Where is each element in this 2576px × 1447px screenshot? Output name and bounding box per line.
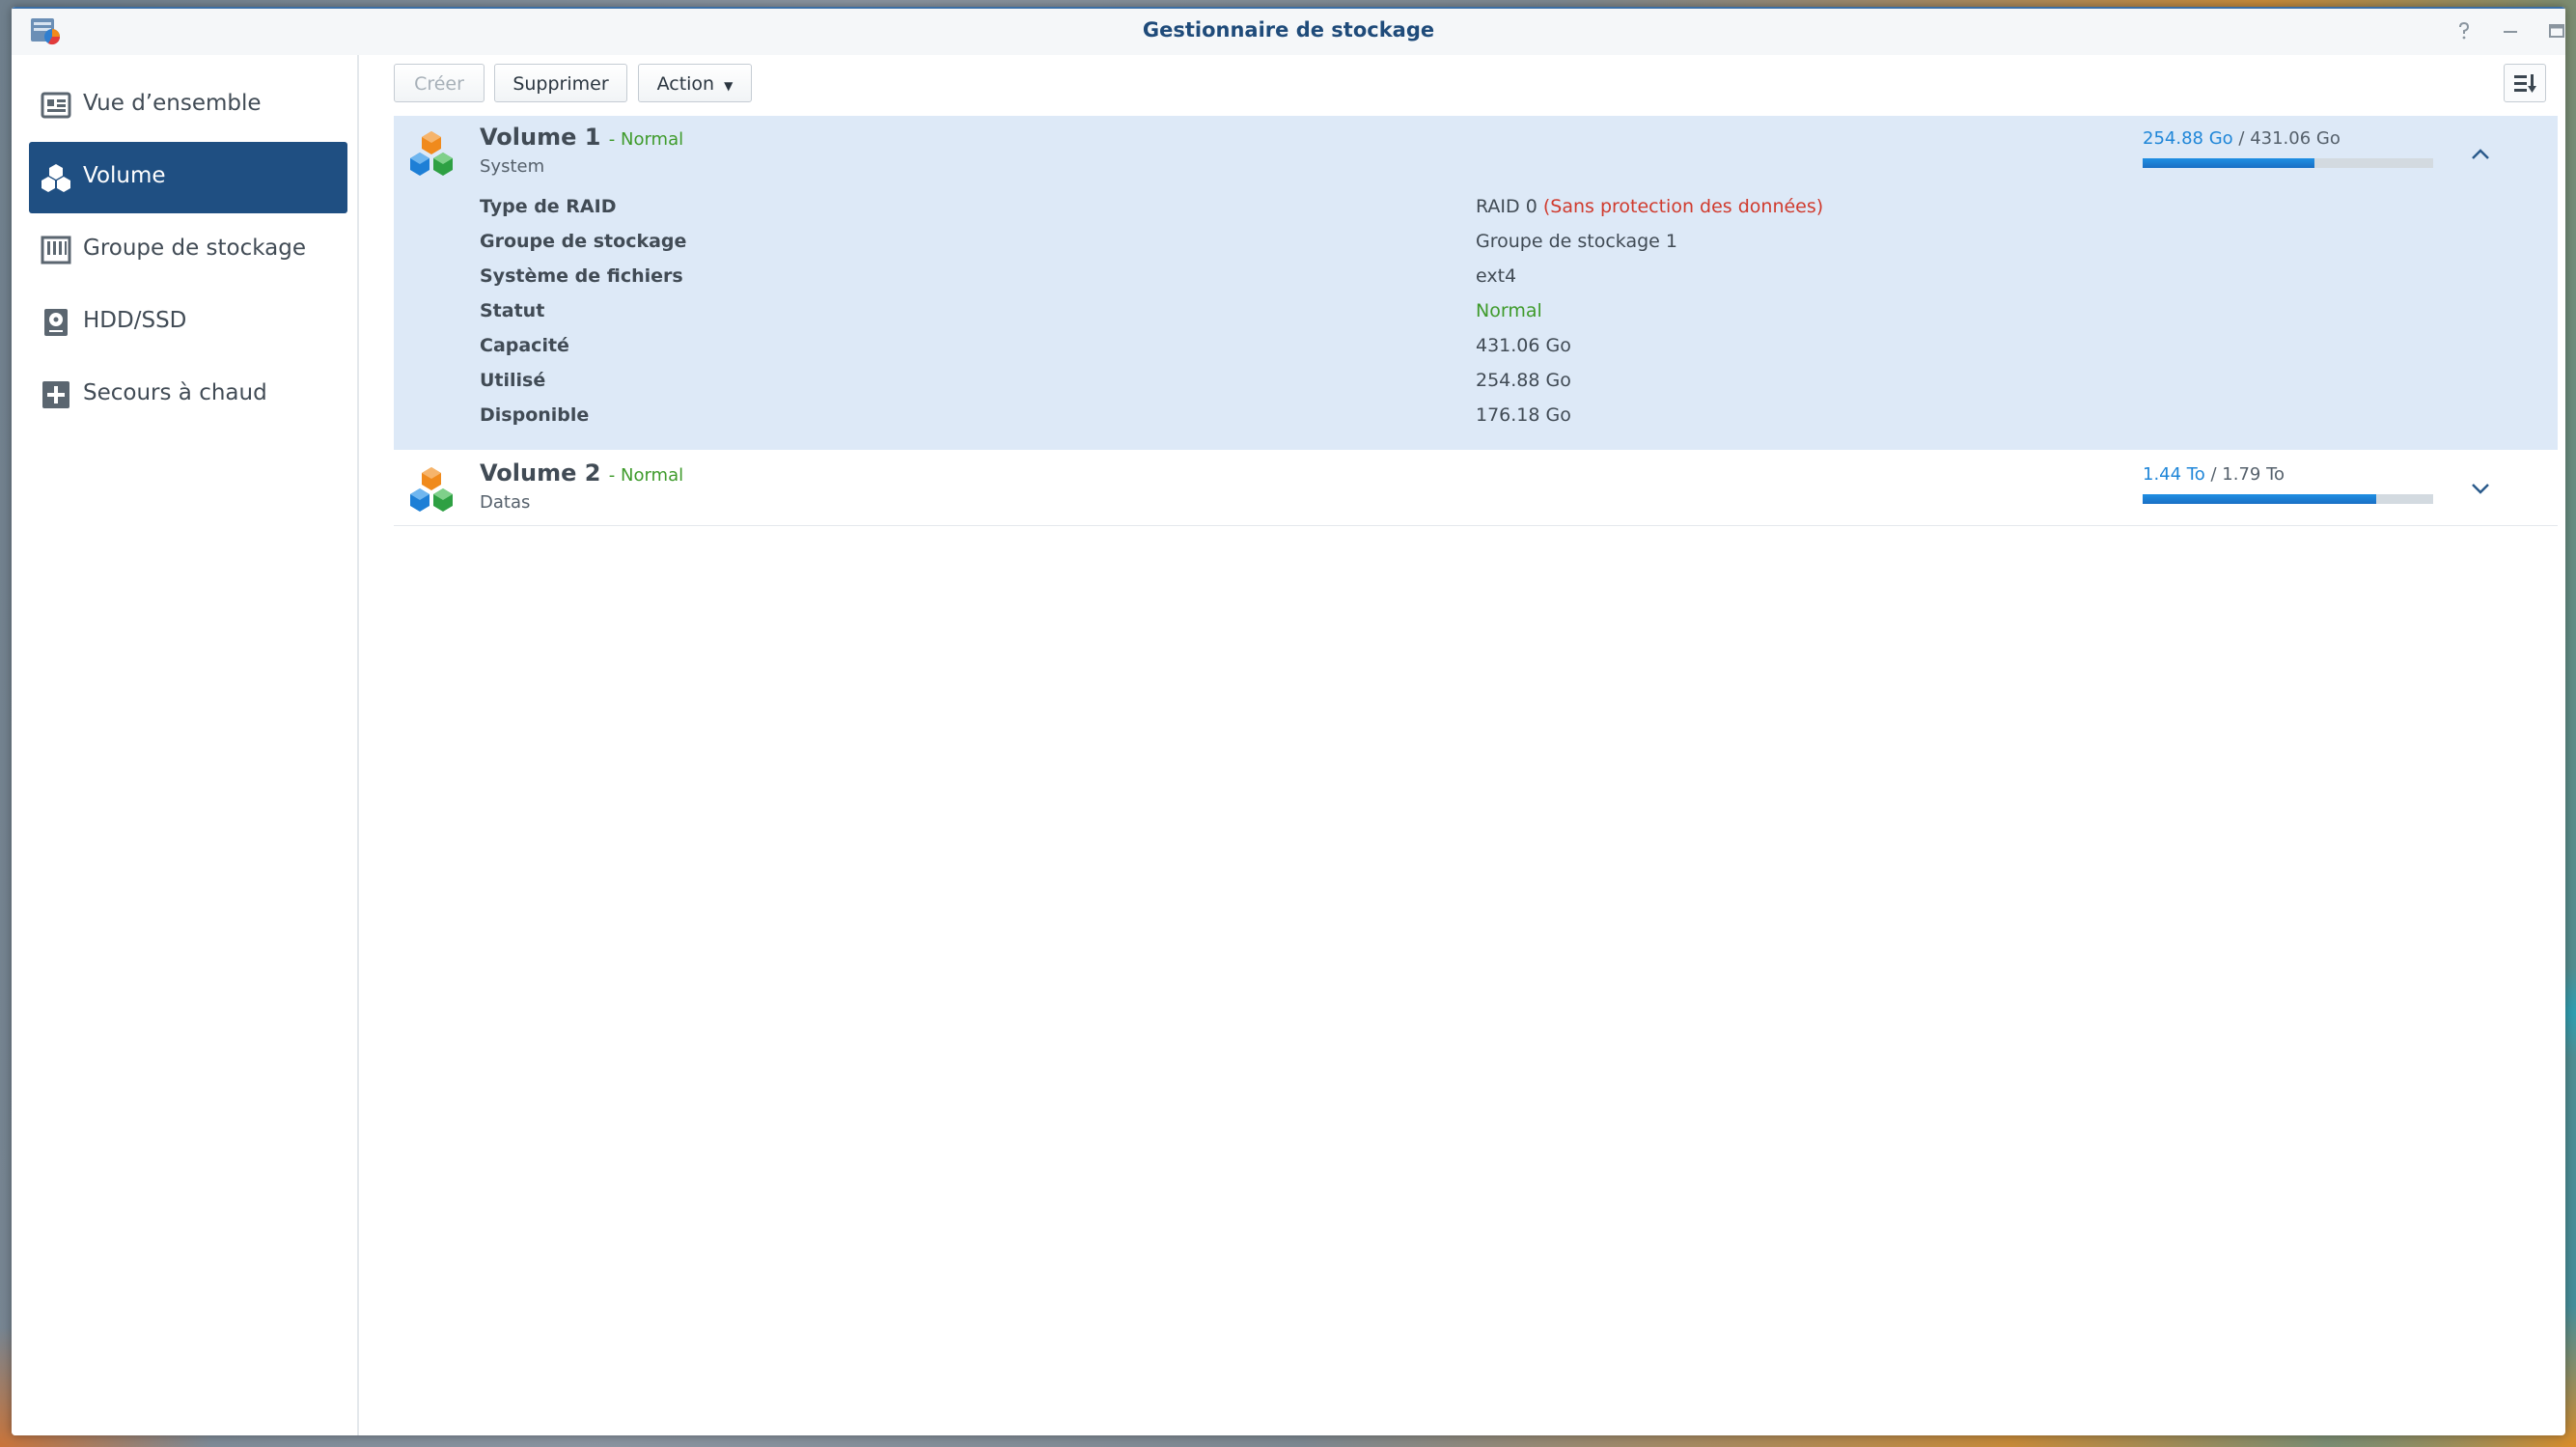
hot-spare-plus-icon [42,381,69,408]
detail-label: Système de fichiers [480,265,683,287]
sidebar-item-storage-pool[interactable]: Groupe de stockage [29,214,347,286]
detail-used: Utilisé 254.88 Go [480,370,1879,403]
detail-available: Disponible 176.18 Go [480,404,1879,437]
usage-separator: / [2232,128,2251,149]
title-accent-line [12,7,2565,9]
detail-storage-pool: Groupe de stockage Groupe de stockage 1 [480,231,1879,264]
detail-label: Capacité [480,335,569,356]
detail-label: Disponible [480,404,590,426]
sidebar-item-label: Volume [83,163,166,188]
action-menu-label: Action [656,73,715,95]
detail-capacity: Capacité 431.06 Go [480,335,1879,368]
sidebar-item-overview[interactable]: Vue d’ensemble [29,70,347,141]
volume-cubes-icon [410,467,453,512]
usage-total: 1.79 To [2222,464,2285,485]
usage-used: 1.44 To [2143,464,2205,485]
disk-icon [44,309,68,336]
detail-value: ext4 [1476,265,1517,287]
minimize-icon[interactable] [2498,18,2523,43]
volume-cubes-icon [410,131,453,176]
usage-total: 431.06 Go [2250,128,2341,149]
volume-row[interactable]: Volume 2 - Normal Datas 1.44 To / 1.79 T… [394,452,2558,526]
volume-status: - Normal [608,129,684,150]
storage-manager-window: Gestionnaire de stockage Vue d’ensemble [12,7,2565,1435]
detail-label: Statut [480,300,545,321]
sidebar-item-label: HDD/SSD [83,308,187,333]
raid-type-value: RAID 0 [1476,196,1537,217]
sidebar-item-label: Groupe de stockage [83,236,307,261]
usage-bar-fill [2143,494,2376,504]
caret-down-icon: ▼ [724,79,734,93]
detail-file-system: Système de fichiers ext4 [480,265,1879,298]
sidebar-item-label: Secours à chaud [83,380,267,405]
sidebar-item-volume[interactable]: Volume [29,142,347,213]
detail-value: 254.88 Go [1476,370,1571,391]
main-panel: Créer Supprimer Action ▼ Volume 1 - Norm… [359,55,2565,1435]
chevron-down-icon[interactable] [2469,477,2492,500]
storage-pool-icon [41,236,71,264]
volume-title: Volume 1 - Normal [480,124,683,151]
window-title: Gestionnaire de stockage [1142,18,1435,42]
maximize-icon[interactable] [2544,18,2565,43]
sort-button[interactable] [2504,64,2546,102]
detail-value: RAID 0 (Sans protection des données) [1476,196,1823,217]
volume-name: Volume 1 [480,124,601,151]
detail-value: 176.18 Go [1476,404,1571,426]
help-icon[interactable] [2451,18,2477,43]
volume-name: Volume 2 [480,459,601,487]
action-menu-button[interactable]: Action ▼ [638,64,752,102]
detail-label: Utilisé [480,370,546,391]
create-button[interactable]: Créer [394,64,485,102]
overview-icon [41,92,71,119]
sort-icon [2514,74,2536,93]
detail-status: Statut Normal [480,300,1879,333]
volume-row[interactable]: Volume 1 - Normal System 254.88 Go / 431… [394,116,2558,450]
detail-value: 431.06 Go [1476,335,1571,356]
detail-label: Type de RAID [480,196,617,217]
delete-button[interactable]: Supprimer [494,64,627,102]
title-bar[interactable]: Gestionnaire de stockage [12,7,2565,55]
detail-raid-type: Type de RAID RAID 0 (Sans protection des… [480,196,1879,229]
usage-bar [2143,494,2433,504]
sidebar: Vue d’ensemble Volume Groupe de stockage [12,55,359,1435]
usage-bar [2143,158,2433,168]
detail-value: Groupe de stockage 1 [1476,231,1677,252]
usage-text: 254.88 Go / 431.06 Go [2143,128,2341,149]
volume-description: Datas [480,492,531,513]
sidebar-item-label: Vue d’ensemble [83,91,262,116]
usage-used: 254.88 Go [2143,128,2233,149]
volume-cubes-icon [42,164,70,192]
detail-label: Groupe de stockage [480,231,687,252]
usage-separator: / [2204,464,2223,485]
volume-description: System [480,156,545,177]
detail-value: Normal [1476,300,1542,321]
usage-text: 1.44 To / 1.79 To [2143,464,2285,485]
chevron-up-icon[interactable] [2469,143,2492,166]
volume-title: Volume 2 - Normal [480,459,683,487]
sidebar-item-hdd-ssd[interactable]: HDD/SSD [29,287,347,358]
sidebar-item-hot-spare[interactable]: Secours à chaud [29,359,347,431]
volume-status: - Normal [608,465,684,486]
usage-bar-fill [2143,158,2314,168]
raid-warning: (Sans protection des données) [1542,196,1824,217]
